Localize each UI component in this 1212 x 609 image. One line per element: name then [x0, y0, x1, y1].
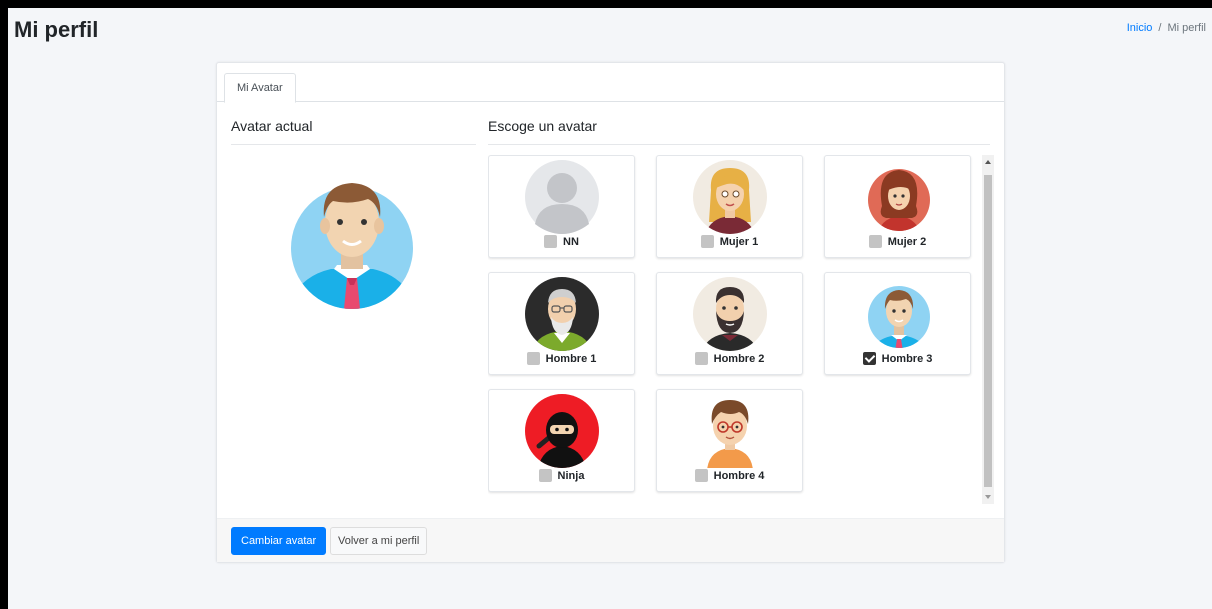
- breadcrumb-home-link[interactable]: Inicio: [1127, 22, 1153, 34]
- avatar-option-label: Mujer 1: [657, 235, 802, 248]
- current-avatar-heading: Avatar actual: [231, 118, 313, 134]
- page-title: Mi perfil: [14, 17, 99, 42]
- avatar-checkbox[interactable]: [700, 235, 714, 248]
- breadcrumb-current: Mi perfil: [1167, 22, 1206, 34]
- avatar-option-label: Hombre 3: [825, 352, 970, 365]
- window-frame-left: [0, 0, 8, 609]
- divider: [231, 144, 476, 145]
- default-user-icon: [525, 160, 599, 234]
- avatar-option-hombre-4[interactable]: Hombre 4: [656, 389, 803, 492]
- scroll-down-arrow-icon[interactable]: [985, 495, 991, 499]
- avatar-checkbox[interactable]: [526, 352, 540, 365]
- avatar-option-name: Hombre 1: [545, 352, 597, 365]
- boy-glasses-icon: [707, 400, 753, 468]
- change-avatar-button[interactable]: Cambiar avatar: [231, 527, 327, 555]
- avatar-option-name: Mujer 1: [719, 235, 759, 248]
- card-footer: Cambiar avatar Volver a mi perfil: [217, 518, 1004, 562]
- current-avatar-man-icon: [291, 183, 413, 309]
- breadcrumb-separator: /: [1158, 22, 1162, 34]
- old-man-icon: [525, 277, 599, 351]
- avatar-option-label: Mujer 2: [825, 235, 970, 248]
- avatar-option-hombre-3[interactable]: Hombre 3: [824, 272, 971, 375]
- avatar-option-name: Hombre 2: [713, 352, 765, 365]
- avatar-option-name: Mujer 2: [887, 235, 927, 248]
- avatar-checkbox[interactable]: [544, 235, 558, 248]
- avatar-option-label: Ninja: [489, 469, 634, 482]
- avatar-option-label: Hombre 2: [657, 352, 802, 365]
- avatar-option-nn[interactable]: NN: [488, 155, 635, 258]
- avatar-option-name: Hombre 3: [881, 352, 933, 365]
- avatar-option-label: Hombre 1: [489, 352, 634, 365]
- avatar-checkbox[interactable]: [538, 469, 552, 482]
- avatar-checkbox[interactable]: [694, 469, 708, 482]
- divider: [488, 144, 990, 145]
- avatar-option-mujer-2[interactable]: Mujer 2: [824, 155, 971, 258]
- choose-avatar-heading: Escoge un avatar: [488, 118, 597, 134]
- avatar-card-panel: Mi Avatar Avatar actual Escoge un avatar: [216, 62, 1005, 563]
- woman-redhead-icon: [868, 169, 930, 231]
- current-avatar-image: [291, 177, 413, 314]
- bearded-man-icon: [693, 277, 767, 351]
- avatar-option-name: Hombre 4: [713, 469, 765, 482]
- avatar-option-hombre-1[interactable]: Hombre 1: [488, 272, 635, 375]
- window-frame-top: [0, 0, 1212, 8]
- avatar-option-name: Ninja: [557, 469, 585, 482]
- woman-blonde-icon: [693, 160, 767, 234]
- card-header: Mi Avatar: [217, 63, 1004, 103]
- avatar-option-hombre-2[interactable]: Hombre 2: [656, 272, 803, 375]
- ninja-icon: [525, 394, 599, 468]
- avatar-checkbox[interactable]: [694, 352, 708, 365]
- avatar-checkbox-checked[interactable]: [862, 352, 876, 365]
- avatar-option-name: NN: [563, 235, 579, 248]
- tab-mi-avatar[interactable]: Mi Avatar: [224, 73, 296, 103]
- breadcrumb: Inicio / Mi perfil: [1127, 22, 1206, 34]
- back-to-profile-button[interactable]: Volver a mi perfil: [330, 527, 428, 555]
- scrollbar-thumb[interactable]: [984, 175, 992, 487]
- avatar-option-label: NN: [489, 235, 634, 248]
- avatar-grid-scrollbar[interactable]: [982, 155, 994, 504]
- avatar-option-label: Hombre 4: [657, 469, 802, 482]
- avatar-checkbox[interactable]: [868, 235, 882, 248]
- avatar-option-mujer-1[interactable]: Mujer 1: [656, 155, 803, 258]
- avatar-grid: NN Mujer 1 Mujer 2 Hombre 1 Hombre 2 Hom…: [488, 155, 997, 506]
- avatar-option-ninja[interactable]: Ninja: [488, 389, 635, 492]
- man-suit-icon: [868, 286, 930, 348]
- scroll-up-arrow-icon[interactable]: [985, 160, 991, 164]
